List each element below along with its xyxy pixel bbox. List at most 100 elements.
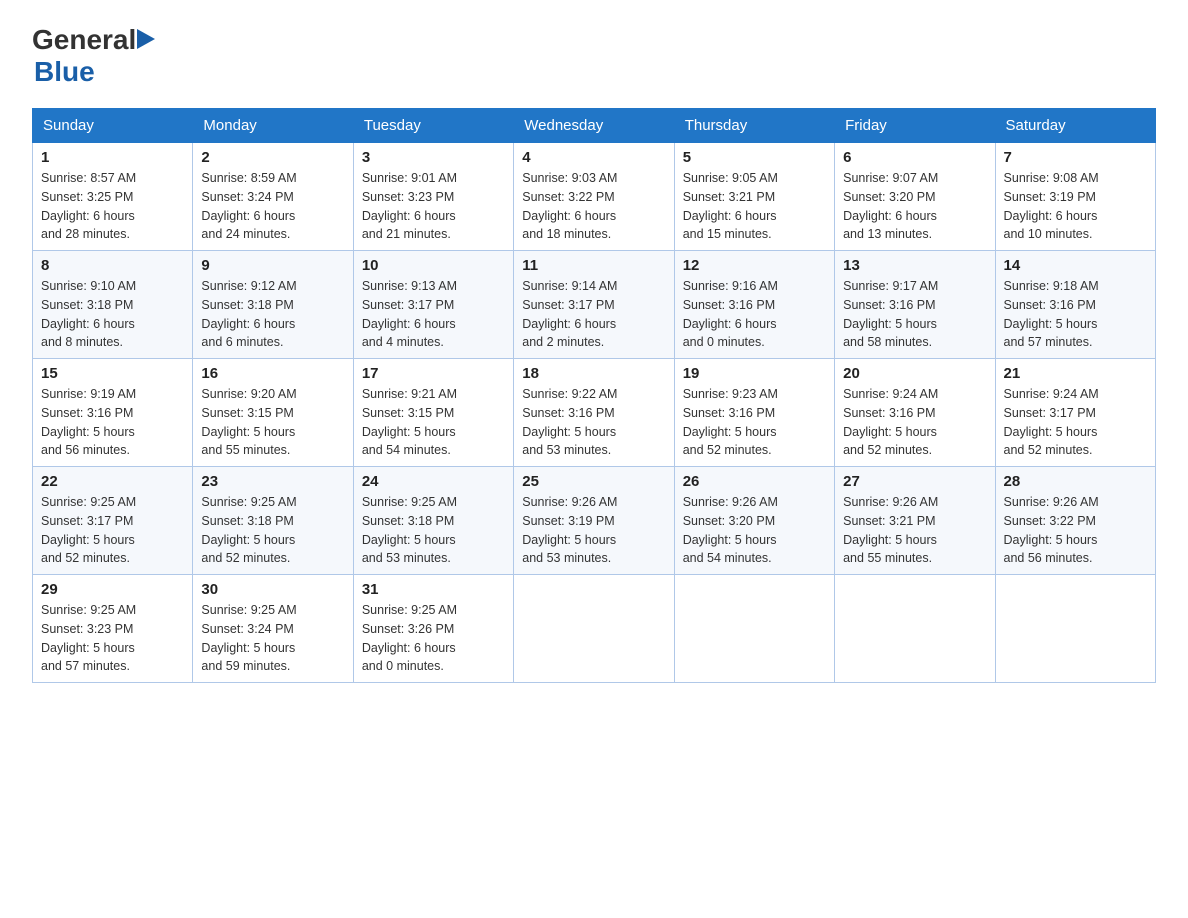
day-info: Sunrise: 9:14 AMSunset: 3:17 PMDaylight:… [522, 277, 665, 352]
calendar-week-row: 8Sunrise: 9:10 AMSunset: 3:18 PMDaylight… [33, 251, 1156, 359]
weekday-header-row: SundayMondayTuesdayWednesdayThursdayFrid… [33, 109, 1156, 143]
calendar-day-cell: 8Sunrise: 9:10 AMSunset: 3:18 PMDaylight… [33, 251, 193, 359]
day-info: Sunrise: 9:07 AMSunset: 3:20 PMDaylight:… [843, 169, 986, 244]
calendar-day-cell: 15 Sunrise: 9:19 AMSunset: 3:16 PMDayligh… [33, 359, 193, 467]
day-info: Sunrise: 9:25 AMSunset: 3:17 PMDaylight:… [41, 493, 184, 568]
calendar-day-cell: 18Sunrise: 9:22 AMSunset: 3:16 PMDayligh… [514, 359, 674, 467]
calendar-day-cell: 10Sunrise: 9:13 AMSunset: 3:17 PMDayligh… [353, 251, 513, 359]
logo: General Blue [32, 24, 155, 88]
empty-cell [995, 575, 1155, 683]
day-info: Sunrise: 9:12 AMSunset: 3:18 PMDaylight:… [201, 277, 344, 352]
day-number: 5 [683, 149, 826, 166]
day-number: 28 [1004, 473, 1147, 490]
weekday-header-monday: Monday [193, 109, 353, 143]
day-info: Sunrise: 9:22 AMSunset: 3:16 PMDaylight:… [522, 385, 665, 460]
calendar-day-cell: 21 Sunrise: 9:24 AMSunset: 3:17 PMDayligh… [995, 359, 1155, 467]
calendar-day-cell: 28 Sunrise: 9:26 AMSunset: 3:22 PMDayligh… [995, 467, 1155, 575]
day-info: Sunrise: 9:13 AMSunset: 3:17 PMDaylight:… [362, 277, 505, 352]
calendar-day-cell: 26Sunrise: 9:26 AMSunset: 3:20 PMDayligh… [674, 467, 834, 575]
empty-cell [835, 575, 995, 683]
day-info: Sunrise: 9:25 AMSunset: 3:26 PMDaylight:… [362, 601, 505, 676]
day-number: 9 [201, 257, 344, 274]
day-number: 22 [41, 473, 184, 490]
calendar-week-row: 29 Sunrise: 9:25 AMSunset: 3:23 PMDayligh… [33, 575, 1156, 683]
day-info: Sunrise: 8:57 AMSunset: 3:25 PMDaylight:… [41, 169, 184, 244]
calendar-day-cell: 17Sunrise: 9:21 AMSunset: 3:15 PMDayligh… [353, 359, 513, 467]
calendar-day-cell: 9 Sunrise: 9:12 AMSunset: 3:18 PMDaylight… [193, 251, 353, 359]
day-info: Sunrise: 9:03 AMSunset: 3:22 PMDaylight:… [522, 169, 665, 244]
day-number: 3 [362, 149, 505, 166]
day-number: 30 [201, 581, 344, 598]
day-info: Sunrise: 9:25 AMSunset: 3:23 PMDaylight:… [41, 601, 184, 676]
day-info: Sunrise: 9:24 AMSunset: 3:16 PMDaylight:… [843, 385, 986, 460]
calendar-day-cell: 12 Sunrise: 9:16 AMSunset: 3:16 PMDayligh… [674, 251, 834, 359]
calendar-week-row: 22 Sunrise: 9:25 AMSunset: 3:17 PMDayligh… [33, 467, 1156, 575]
day-number: 11 [522, 257, 665, 274]
calendar-day-cell: 13 Sunrise: 9:17 AMSunset: 3:16 PMDayligh… [835, 251, 995, 359]
calendar-day-cell: 11 Sunrise: 9:14 AMSunset: 3:17 PMDayligh… [514, 251, 674, 359]
calendar-day-cell: 19Sunrise: 9:23 AMSunset: 3:16 PMDayligh… [674, 359, 834, 467]
calendar-day-cell: 6 Sunrise: 9:07 AMSunset: 3:20 PMDaylight… [835, 143, 995, 251]
day-number: 29 [41, 581, 184, 598]
logo-blue-text: Blue [34, 56, 95, 87]
day-number: 20 [843, 365, 986, 382]
day-info: Sunrise: 9:26 AMSunset: 3:19 PMDaylight:… [522, 493, 665, 568]
day-info: Sunrise: 9:01 AMSunset: 3:23 PMDaylight:… [362, 169, 505, 244]
calendar-day-cell: 30 Sunrise: 9:25 AMSunset: 3:24 PMDayligh… [193, 575, 353, 683]
day-info: Sunrise: 9:19 AMSunset: 3:16 PMDaylight:… [41, 385, 184, 460]
calendar-day-cell: 3 Sunrise: 9:01 AMSunset: 3:23 PMDaylight… [353, 143, 513, 251]
day-info: Sunrise: 9:08 AMSunset: 3:19 PMDaylight:… [1004, 169, 1147, 244]
day-number: 8 [41, 257, 184, 274]
day-info: Sunrise: 9:26 AMSunset: 3:22 PMDaylight:… [1004, 493, 1147, 568]
calendar-day-cell: 25 Sunrise: 9:26 AMSunset: 3:19 PMDayligh… [514, 467, 674, 575]
calendar-week-row: 15 Sunrise: 9:19 AMSunset: 3:16 PMDayligh… [33, 359, 1156, 467]
day-number: 6 [843, 149, 986, 166]
calendar-header: SundayMondayTuesdayWednesdayThursdayFrid… [33, 109, 1156, 143]
day-info: Sunrise: 9:05 AMSunset: 3:21 PMDaylight:… [683, 169, 826, 244]
day-info: Sunrise: 9:26 AMSunset: 3:20 PMDaylight:… [683, 493, 826, 568]
weekday-header-wednesday: Wednesday [514, 109, 674, 143]
calendar-week-row: 1 Sunrise: 8:57 AMSunset: 3:25 PMDaylight… [33, 143, 1156, 251]
day-info: Sunrise: 9:25 AMSunset: 3:18 PMDaylight:… [362, 493, 505, 568]
calendar-day-cell: 29 Sunrise: 9:25 AMSunset: 3:23 PMDayligh… [33, 575, 193, 683]
day-number: 15 [41, 365, 184, 382]
day-info: Sunrise: 9:24 AMSunset: 3:17 PMDaylight:… [1004, 385, 1147, 460]
weekday-header-friday: Friday [835, 109, 995, 143]
day-number: 2 [201, 149, 344, 166]
calendar-day-cell: 2 Sunrise: 8:59 AMSunset: 3:24 PMDaylight… [193, 143, 353, 251]
day-info: Sunrise: 9:18 AMSunset: 3:16 PMDaylight:… [1004, 277, 1147, 352]
page-header: General Blue [32, 24, 1156, 88]
day-info: Sunrise: 9:26 AMSunset: 3:21 PMDaylight:… [843, 493, 986, 568]
day-number: 27 [843, 473, 986, 490]
calendar-day-cell: 23Sunrise: 9:25 AMSunset: 3:18 PMDayligh… [193, 467, 353, 575]
day-number: 23 [201, 473, 344, 490]
calendar-day-cell: 22 Sunrise: 9:25 AMSunset: 3:17 PMDayligh… [33, 467, 193, 575]
day-number: 4 [522, 149, 665, 166]
day-number: 12 [683, 257, 826, 274]
day-info: Sunrise: 9:21 AMSunset: 3:15 PMDaylight:… [362, 385, 505, 460]
logo-arrow-icon [137, 29, 155, 49]
day-info: Sunrise: 9:17 AMSunset: 3:16 PMDaylight:… [843, 277, 986, 352]
day-info: Sunrise: 9:25 AMSunset: 3:24 PMDaylight:… [201, 601, 344, 676]
weekday-header-thursday: Thursday [674, 109, 834, 143]
calendar-body: 1 Sunrise: 8:57 AMSunset: 3:25 PMDaylight… [33, 143, 1156, 683]
day-number: 14 [1004, 257, 1147, 274]
day-info: Sunrise: 9:16 AMSunset: 3:16 PMDaylight:… [683, 277, 826, 352]
day-number: 7 [1004, 149, 1147, 166]
day-number: 24 [362, 473, 505, 490]
calendar-day-cell: 7 Sunrise: 9:08 AMSunset: 3:19 PMDaylight… [995, 143, 1155, 251]
day-info: Sunrise: 8:59 AMSunset: 3:24 PMDaylight:… [201, 169, 344, 244]
day-number: 25 [522, 473, 665, 490]
day-number: 13 [843, 257, 986, 274]
day-number: 21 [1004, 365, 1147, 382]
calendar-day-cell: 31Sunrise: 9:25 AMSunset: 3:26 PMDayligh… [353, 575, 513, 683]
calendar-day-cell: 1 Sunrise: 8:57 AMSunset: 3:25 PMDaylight… [33, 143, 193, 251]
weekday-header-sunday: Sunday [33, 109, 193, 143]
day-info: Sunrise: 9:23 AMSunset: 3:16 PMDaylight:… [683, 385, 826, 460]
calendar-day-cell: 27 Sunrise: 9:26 AMSunset: 3:21 PMDayligh… [835, 467, 995, 575]
calendar-day-cell: 4 Sunrise: 9:03 AMSunset: 3:22 PMDaylight… [514, 143, 674, 251]
calendar-day-cell: 24 Sunrise: 9:25 AMSunset: 3:18 PMDayligh… [353, 467, 513, 575]
day-number: 1 [41, 149, 184, 166]
calendar-day-cell: 14 Sunrise: 9:18 AMSunset: 3:16 PMDayligh… [995, 251, 1155, 359]
day-info: Sunrise: 9:20 AMSunset: 3:15 PMDaylight:… [201, 385, 344, 460]
